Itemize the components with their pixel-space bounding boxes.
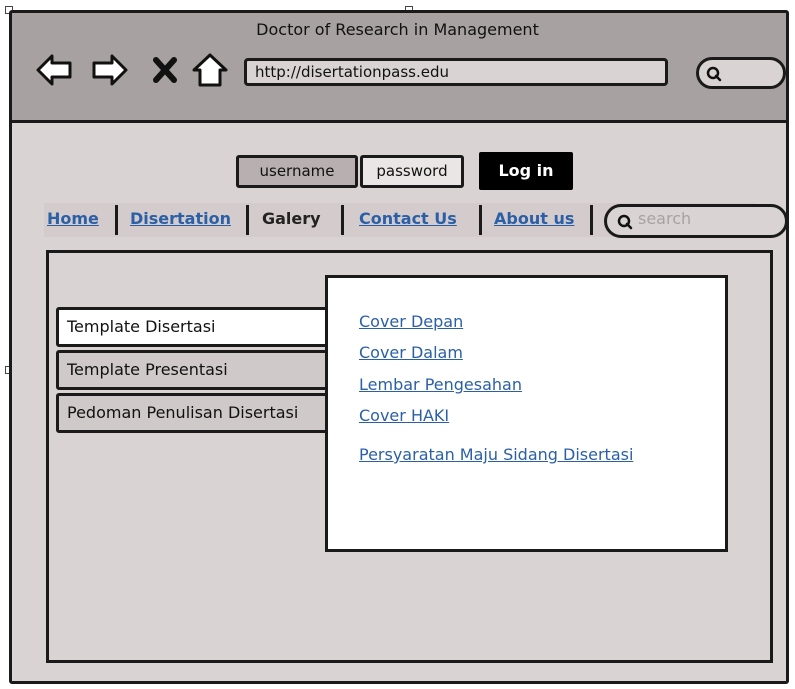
nav-separator: [115, 205, 118, 235]
nav-item-about-us[interactable]: About us: [494, 207, 574, 231]
nav-separator: [246, 205, 249, 235]
nav-item-disertation[interactable]: Disertation: [130, 207, 231, 231]
menu-item-template-disertasi[interactable]: Template Disertasi: [56, 307, 336, 347]
menu-item-template-presentasi[interactable]: Template Presentasi: [56, 350, 336, 390]
nav-item-galery[interactable]: Galery: [262, 207, 321, 231]
nav-separator: [590, 205, 593, 235]
nav-separator: [479, 205, 482, 235]
back-arrow-icon[interactable]: [34, 50, 74, 90]
link-cover-haki[interactable]: Cover HAKI: [359, 406, 449, 425]
window-title: Doctor of Research in Management: [256, 20, 539, 39]
username-field[interactable]: username: [236, 155, 358, 188]
password-field[interactable]: password: [360, 155, 464, 188]
menu-item-pedoman-penulisan[interactable]: Pedoman Penulisan Disertasi: [56, 393, 336, 433]
address-bar[interactable]: http://disertationpass.edu: [244, 58, 668, 86]
forward-arrow-icon[interactable]: [90, 50, 130, 90]
link-cover-dalam[interactable]: Cover Dalam: [359, 343, 463, 362]
link-cover-depan[interactable]: Cover Depan: [359, 312, 463, 331]
search-icon: [617, 214, 633, 230]
nav-separator: [341, 205, 344, 235]
nav-item-home[interactable]: Home: [47, 207, 99, 231]
link-persyaratan-sidang[interactable]: Persyaratan Maju Sidang Disertasi: [359, 445, 633, 464]
site-search-field[interactable]: [604, 204, 788, 238]
site-search-placeholder: search: [638, 209, 692, 228]
search-icon: [706, 66, 722, 82]
home-icon[interactable]: [190, 50, 230, 90]
close-icon[interactable]: [150, 50, 180, 90]
nav-item-contact-us[interactable]: Contact Us: [359, 207, 457, 231]
login-button[interactable]: Log in: [479, 152, 573, 190]
browser-search-field[interactable]: [696, 57, 786, 89]
link-lembar-pengesahan[interactable]: Lembar Pengesahan: [359, 375, 522, 394]
